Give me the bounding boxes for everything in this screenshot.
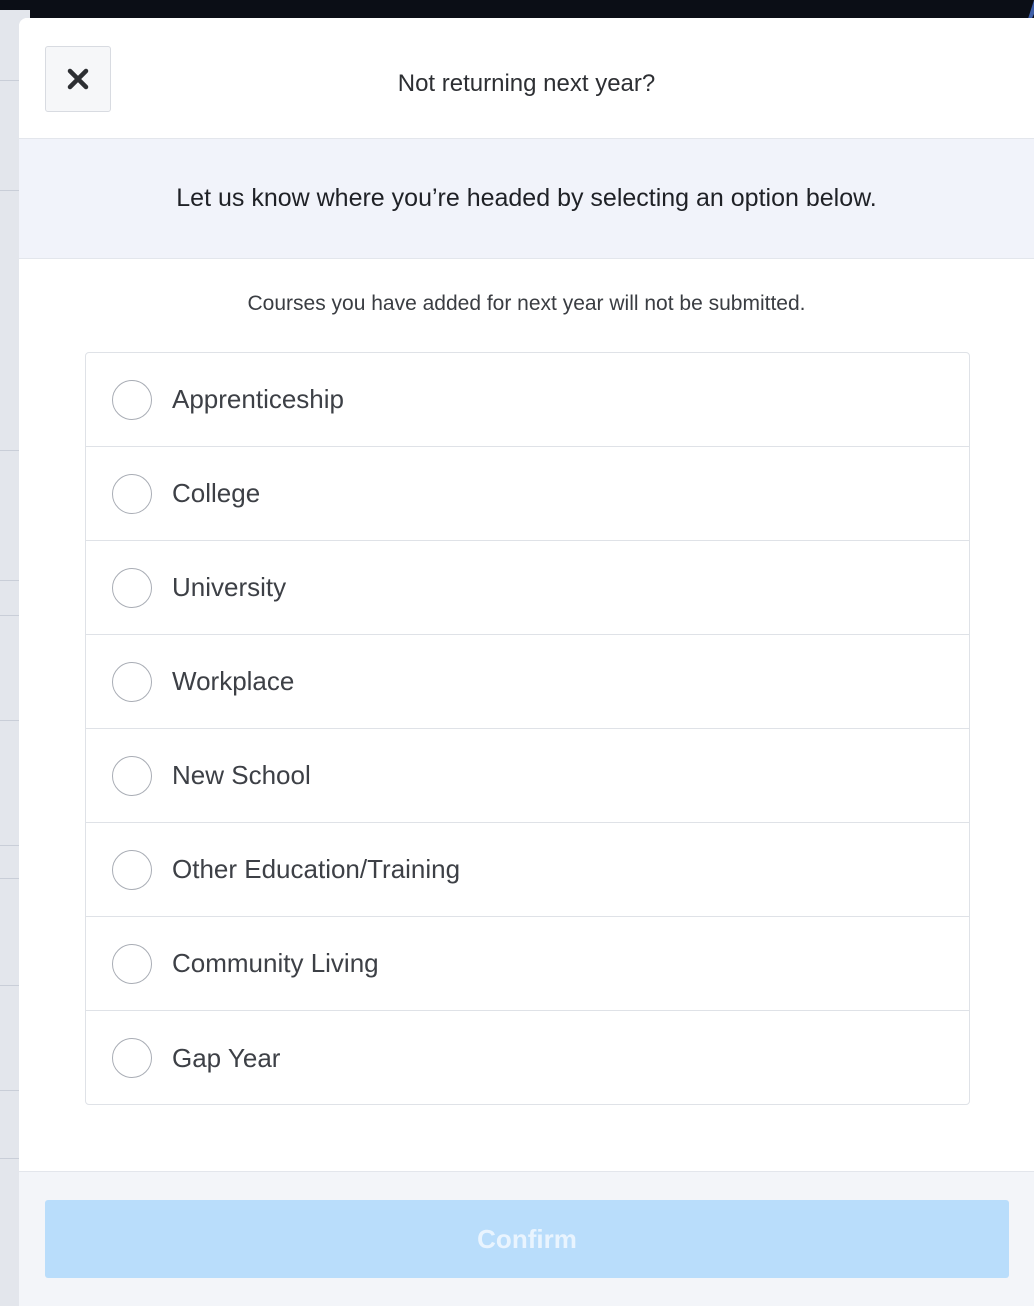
option-workplace[interactable]: Workplace: [86, 635, 969, 729]
confirm-button[interactable]: Confirm: [45, 1200, 1009, 1278]
not-returning-dialog: Not returning next year? Let us know whe…: [19, 18, 1034, 1306]
option-label: Workplace: [172, 666, 295, 696]
radio-button[interactable]: [112, 1038, 152, 1078]
dialog-header: Not returning next year?: [19, 18, 1034, 139]
option-label: Community Living: [172, 948, 379, 978]
option-college[interactable]: College: [86, 447, 969, 541]
prompt-text: Let us know where you’re headed by selec…: [176, 184, 877, 212]
option-label: University: [172, 572, 287, 602]
notice-text: Courses you have added for next year wil…: [247, 292, 806, 315]
dialog-footer: Confirm: [19, 1171, 1034, 1306]
option-gap-year[interactable]: Gap Year: [86, 1011, 969, 1105]
dialog-title: Not returning next year?: [397, 70, 656, 97]
option-label: Gap Year: [172, 1042, 281, 1073]
radio-button[interactable]: [112, 567, 152, 608]
radio-button[interactable]: [112, 849, 152, 890]
option-label: College: [172, 478, 261, 508]
destination-options-list: Apprenticeship College University Workpl…: [85, 352, 970, 1105]
option-community-living[interactable]: Community Living: [86, 917, 969, 1011]
radio-button[interactable]: [112, 943, 152, 984]
option-apprenticeship[interactable]: Apprenticeship: [86, 353, 969, 447]
option-label: New School: [172, 760, 311, 790]
option-label: Other Education/Training: [172, 854, 461, 884]
radio-button[interactable]: [112, 755, 152, 796]
option-new-school[interactable]: New School: [86, 729, 969, 823]
option-university[interactable]: University: [86, 541, 969, 635]
radio-button[interactable]: [112, 661, 152, 702]
radio-button[interactable]: [112, 473, 152, 514]
prompt-banner: Let us know where you’re headed by selec…: [19, 139, 1034, 259]
option-other-education-training[interactable]: Other Education/Training: [86, 823, 969, 917]
radio-button[interactable]: [112, 379, 152, 420]
option-label: Apprenticeship: [172, 384, 344, 414]
